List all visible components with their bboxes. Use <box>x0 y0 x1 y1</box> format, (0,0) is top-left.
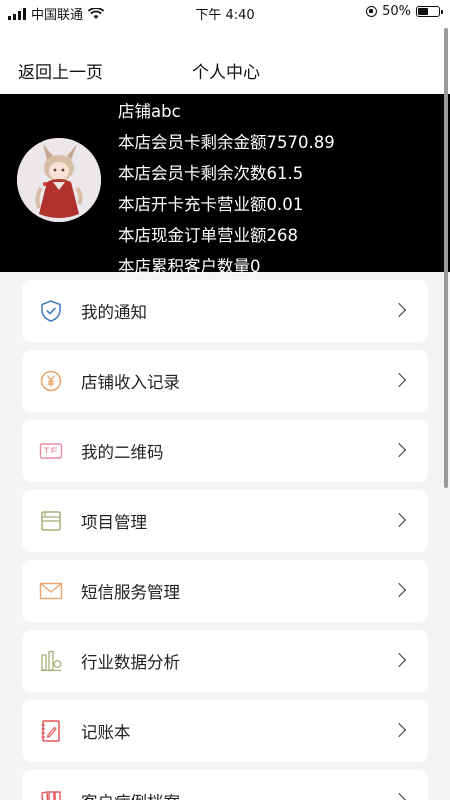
avatar-illustration <box>17 138 101 222</box>
shield-icon <box>41 300 61 322</box>
store-name: 店铺abc <box>118 102 181 121</box>
menu-item-label: 短信服务管理 <box>81 583 180 602</box>
avatar[interactable] <box>17 138 101 222</box>
page-title: 个人中心 <box>0 58 450 83</box>
page-title-text: 个人中心 <box>192 63 260 83</box>
menu-item-label: 项目管理 <box>81 513 147 532</box>
orientation-lock-icon <box>366 6 378 17</box>
stat-cash-revenue: 本店现金订单营业额268 <box>118 226 298 245</box>
menu-item-sms-service[interactable]: 短信服务管理 <box>22 560 428 622</box>
archive-icon <box>41 791 61 800</box>
menu-item-label: 记账本 <box>81 723 131 742</box>
menu-item-project-management[interactable]: 项目管理 <box>22 490 428 552</box>
menu-item-qr-code[interactable]: 我的二维码 <box>22 420 428 482</box>
stat-card-balance: 本店会员卡剩余金额7570.89 <box>118 133 335 152</box>
battery-percent: 50% <box>382 4 411 19</box>
envelope-icon <box>39 582 63 600</box>
scrollbar[interactable] <box>444 28 448 488</box>
notebook-icon <box>41 720 60 742</box>
chevron-right-icon <box>391 512 407 528</box>
yen-coin-icon <box>40 370 62 392</box>
status-right: 50% <box>366 4 443 19</box>
wallet-icon <box>41 511 61 531</box>
battery-icon <box>416 6 443 17</box>
chevron-right-icon <box>391 582 407 598</box>
stat-customer-count: 本店累积客户数量0 <box>118 257 261 276</box>
chevron-right-icon <box>391 372 407 388</box>
card-icon <box>39 443 63 459</box>
menu-item-label: 客户病例档案 <box>81 789 180 800</box>
menu-item-income-records[interactable]: 店铺收入记录 <box>22 350 428 412</box>
status-bar: 中国联通 下午 4:40 50% <box>0 0 450 24</box>
nav-bar: 返回上一页 个人中心 <box>0 24 450 94</box>
menu-item-label: 店铺收入记录 <box>81 373 180 392</box>
menu-item-label: 行业数据分析 <box>81 653 180 672</box>
menu-item-patient-archive[interactable]: 客户病例档案 <box>22 770 428 800</box>
chevron-right-icon <box>391 442 407 458</box>
store-stats: 店铺abc 本店会员卡剩余金额7570.89 本店会员卡剩余次数61.5 本店开… <box>118 96 335 282</box>
stat-card-revenue: 本店开卡充卡营业额0.01 <box>118 195 304 214</box>
store-info-panel: 店铺abc 本店会员卡剩余金额7570.89 本店会员卡剩余次数61.5 本店开… <box>0 94 450 276</box>
menu-item-account-book[interactable]: 记账本 <box>22 700 428 762</box>
chevron-right-icon <box>391 792 407 800</box>
chevron-right-icon <box>391 722 407 738</box>
menu-item-notifications[interactable]: 我的通知 <box>22 280 428 342</box>
menu-item-label: 我的通知 <box>81 303 147 322</box>
menu-item-industry-analysis[interactable]: 行业数据分析 <box>22 630 428 692</box>
menu-item-label: 我的二维码 <box>81 443 164 462</box>
stat-card-times: 本店会员卡剩余次数61.5 <box>118 164 304 183</box>
chevron-right-icon <box>391 302 407 318</box>
chevron-right-icon <box>391 652 407 668</box>
bar-chart-icon <box>41 650 62 672</box>
